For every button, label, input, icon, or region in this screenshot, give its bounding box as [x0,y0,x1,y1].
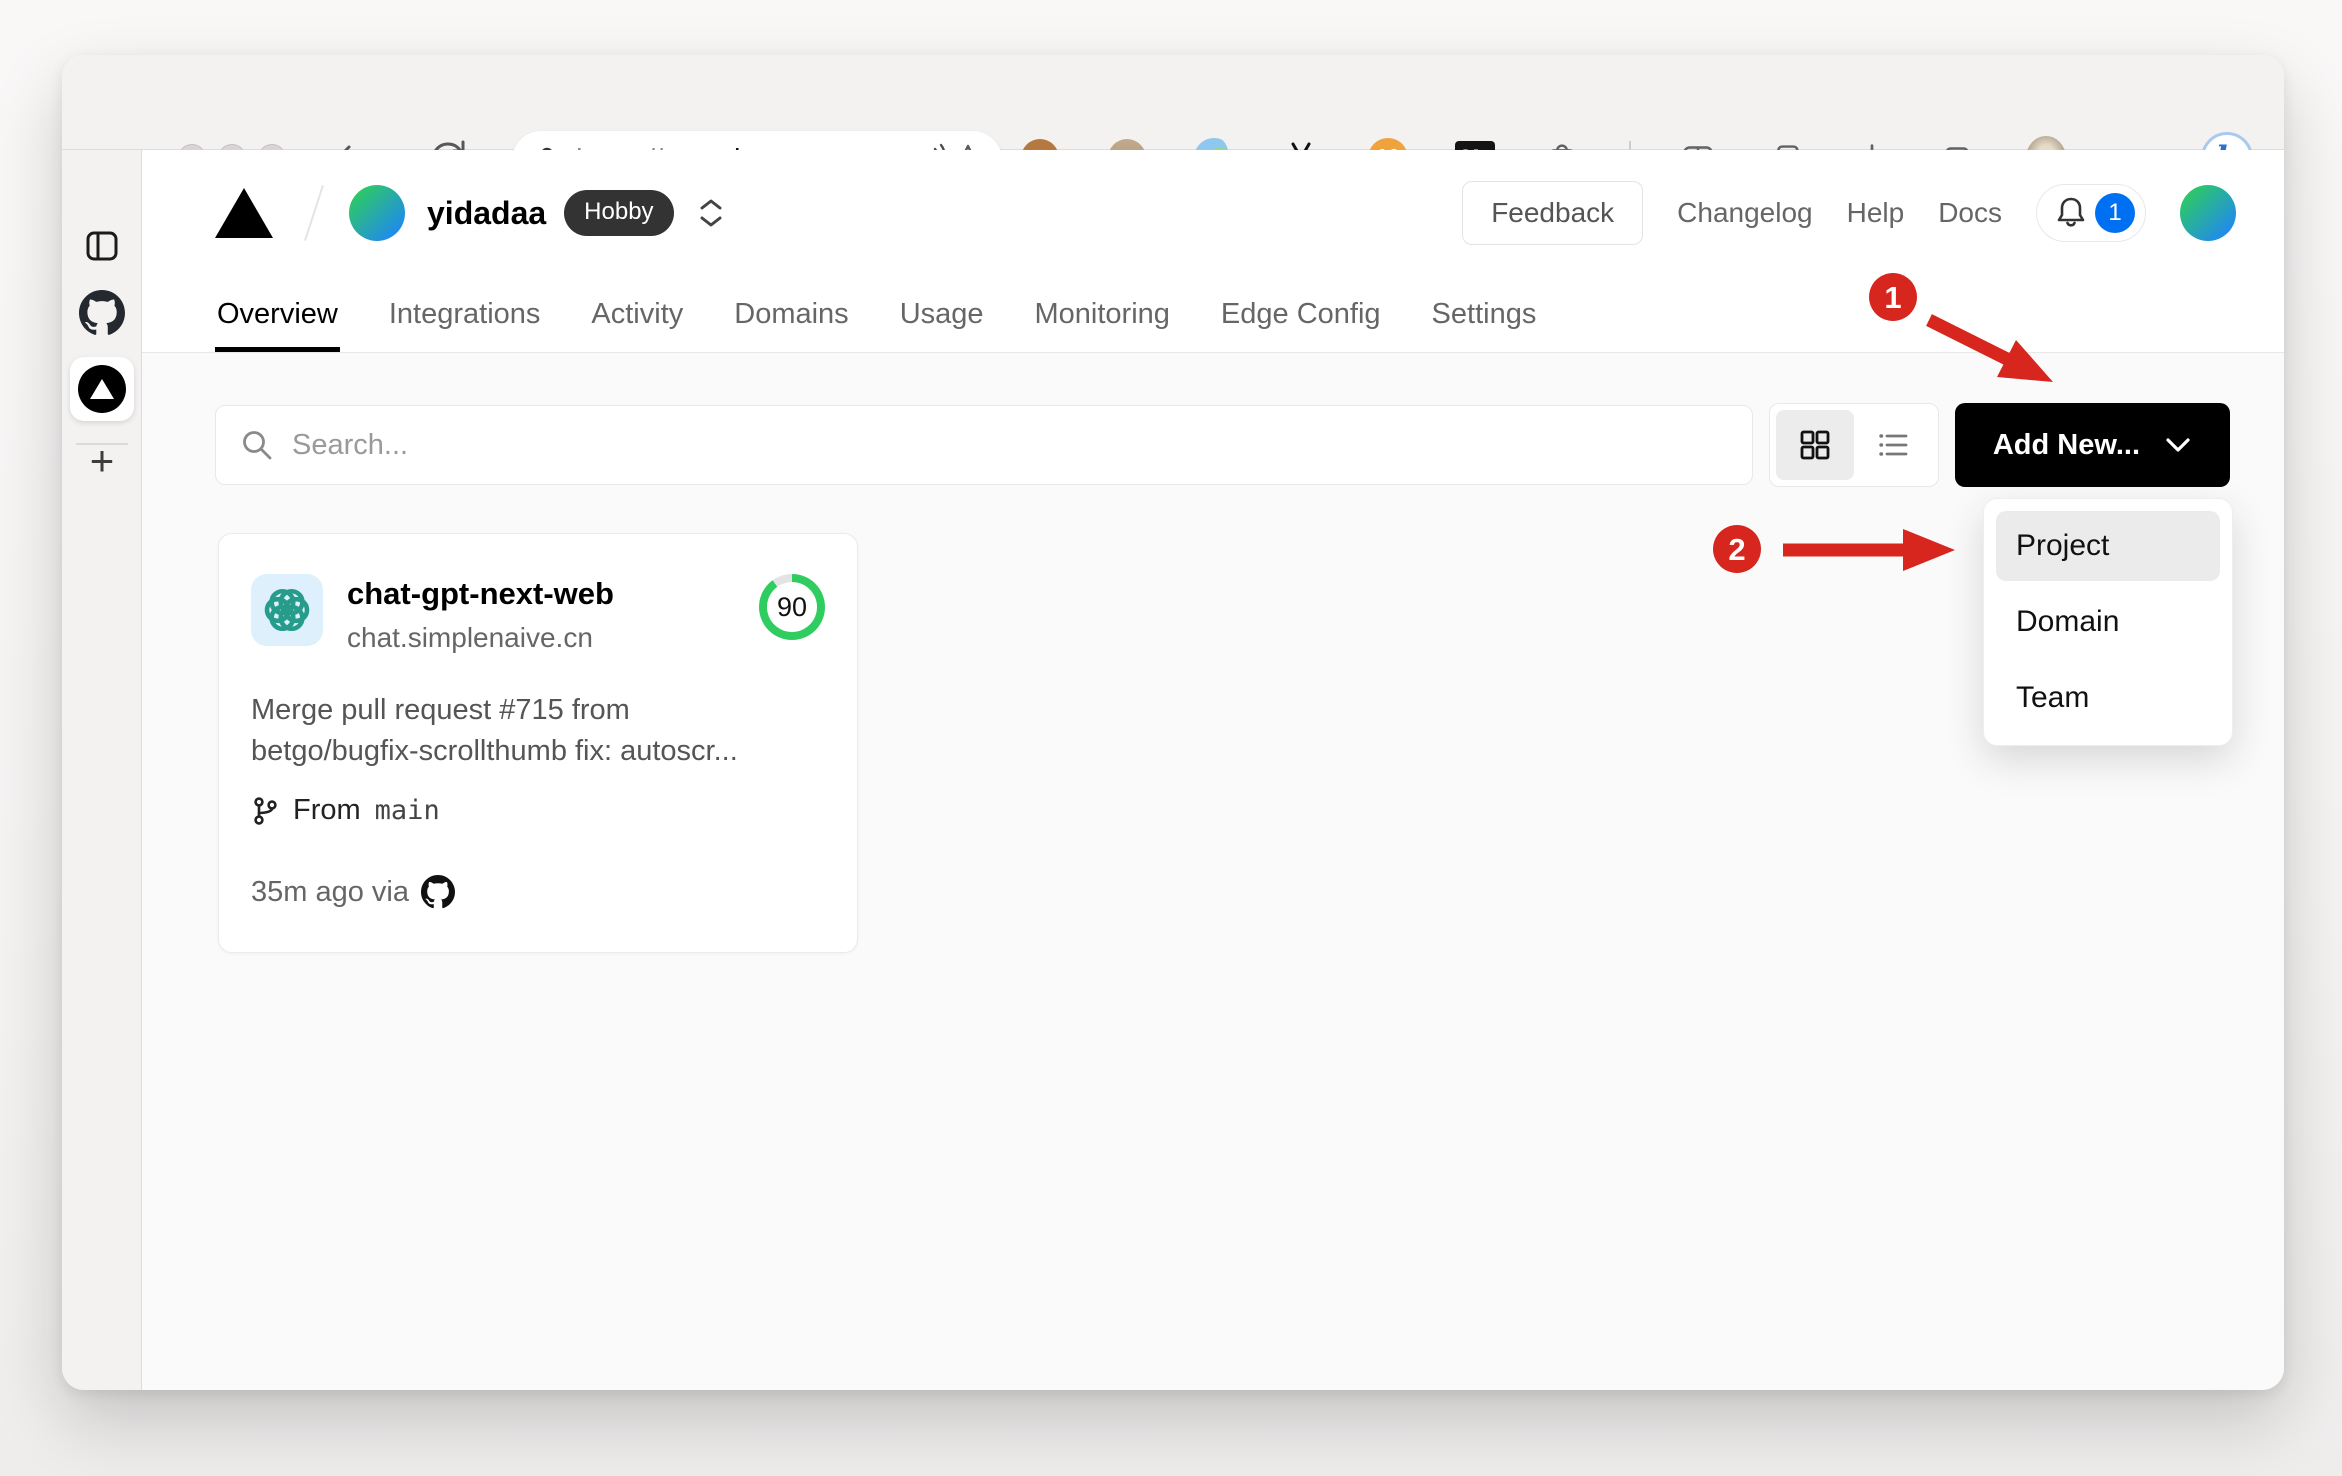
changelog-link[interactable]: Changelog [1677,197,1812,229]
deployment-meta: 35m ago via [251,875,825,909]
toggle-vertical-tabs-button[interactable] [62,226,142,266]
dashboard-tabs: Overview Integrations Activity Domains U… [215,292,2244,352]
grid-view-button[interactable] [1775,410,1854,480]
notification-count-badge: 1 [2095,193,2135,233]
team-avatar [349,185,405,241]
tab-vercel-active[interactable] [70,357,134,421]
chevron-down-icon [2166,438,2190,452]
deployed-time: 35m ago via [251,875,409,908]
user-avatar[interactable] [2180,185,2236,241]
list-view-icon [1879,434,1908,456]
tab-github[interactable] [62,290,142,336]
team-switcher-button[interactable] [698,198,724,228]
dropdown-item-team[interactable]: Team [1996,663,2220,733]
grid-view-icon [1800,430,1830,460]
search-icon [243,431,272,460]
help-link[interactable]: Help [1847,197,1905,229]
chevron-up-icon [700,199,722,210]
list-view-button[interactable] [1854,410,1932,480]
lighthouse-score-value: 90 [767,582,817,632]
new-tab-button[interactable]: + [62,440,142,482]
notifications-button[interactable]: 1 [2036,184,2146,242]
docs-link[interactable]: Docs [1938,197,2002,229]
dropdown-item-domain[interactable]: Domain [1996,587,2220,657]
plan-badge: Hobby [564,190,674,236]
vercel-favicon [78,365,126,413]
bell-icon [2057,197,2085,227]
search-box [215,405,1753,485]
tab-activity[interactable]: Activity [589,292,685,352]
chevron-down-icon [700,216,722,227]
tab-settings[interactable]: Settings [1430,292,1539,352]
view-toggle [1768,403,1939,487]
vercel-logo[interactable] [215,188,273,238]
site-header: yidadaa Hobby Feedback Changelog Help Do… [142,150,2284,353]
tab-edge-config[interactable]: Edge Config [1219,292,1383,352]
add-new-button[interactable]: Add New... [1954,403,2230,487]
dropdown-item-project[interactable]: Project [1996,511,2220,581]
openai-logo-icon [264,588,310,632]
browser-window: https://vercel.c... A + 2 K M↓ [62,55,2284,1390]
lighthouse-score-ring: 90 [759,574,825,640]
breadcrumb-slash [304,185,324,241]
tab-domains[interactable]: Domains [732,292,850,352]
tab-overview[interactable]: Overview [215,292,340,352]
tab-usage[interactable]: Usage [898,292,986,352]
branch-prefix: From [293,794,361,826]
feedback-button[interactable]: Feedback [1462,181,1644,245]
git-branch-icon [254,796,277,825]
add-new-label: Add New... [1992,428,2140,461]
vercel-page: yidadaa Hobby Feedback Changelog Help Do… [142,150,2284,1390]
project-card[interactable]: chat-gpt-next-web chat.simplenaive.cn 90… [218,533,858,953]
vertical-tabs-sidebar: + [62,150,142,1390]
project-name[interactable]: chat-gpt-next-web [347,576,614,612]
latest-commit-message: Merge pull request #715 from betgo/bugfi… [251,694,738,767]
github-icon [421,875,455,909]
branch-name: main [374,795,440,826]
tab-monitoring[interactable]: Monitoring [1033,292,1172,352]
overview-content: Add New... chat-gpt-next-web chat.simple… [142,353,2284,1390]
search-input[interactable] [292,428,1728,462]
tab-integrations[interactable]: Integrations [387,292,543,352]
add-new-dropdown: Project Domain Team [1983,498,2233,746]
team-name: yidadaa [427,194,547,231]
project-domain[interactable]: chat.simplenaive.cn [347,622,614,654]
browser-titlebar: https://vercel.c... A + 2 K M↓ [62,55,2284,189]
github-icon [79,290,125,335]
project-favicon [251,574,323,646]
sidebar-panel-icon [86,231,118,261]
branch-row: From main [251,794,825,827]
plus-icon: + [89,437,115,484]
